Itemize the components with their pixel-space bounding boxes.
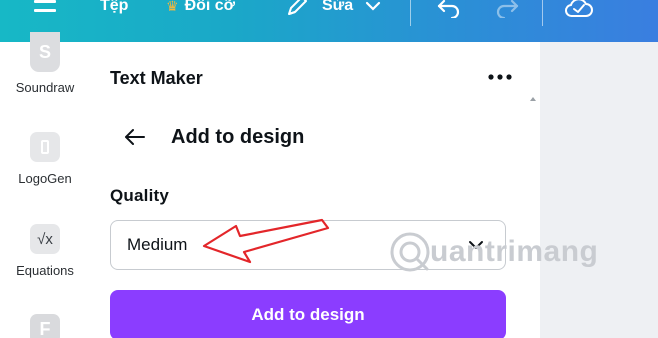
- watermark-text: uantrimang: [430, 235, 599, 268]
- logogen-app-icon: [30, 132, 60, 162]
- subheader-title: Add to design: [171, 126, 305, 148]
- resize-label: Đổi cỡ: [184, 0, 236, 14]
- scrollbar-up-arrow[interactable]: [530, 97, 536, 101]
- equations-app-icon: √x: [30, 224, 60, 254]
- soundraw-app-icon: S: [30, 32, 60, 72]
- resize-button[interactable]: ♛ Đổi cỡ: [166, 0, 235, 16]
- quality-label: Quality: [110, 186, 170, 205]
- toolbar-divider: [542, 0, 543, 26]
- rail-item-label: LogoGen: [18, 171, 72, 186]
- page-title: Text Maker: [110, 68, 203, 88]
- watermark-logo-icon: [390, 232, 430, 272]
- back-arrow-icon[interactable]: [124, 128, 146, 146]
- rail-item-logogen[interactable]: LogoGen: [0, 132, 90, 186]
- rail-item-label: Equations: [16, 263, 74, 278]
- chevron-down-icon: [366, 1, 381, 11]
- cloud-saved-icon[interactable]: [564, 0, 594, 18]
- rail-item-label: Soundraw: [15, 80, 75, 95]
- pencil-icon: [288, 0, 307, 15]
- watermark: uantrimang: [388, 230, 598, 274]
- f-app-icon: F: [30, 314, 60, 338]
- file-menu-label: Tệp: [100, 0, 129, 14]
- design-canvas-area[interactable]: [540, 42, 658, 338]
- apps-rail: S Soundraw LogoGen √x Equations F: [0, 32, 90, 338]
- undo-icon[interactable]: [436, 0, 462, 18]
- add-to-design-label: Add to design: [251, 305, 365, 324]
- rail-item-app[interactable]: F: [0, 314, 90, 338]
- rail-item-equations[interactable]: √x Equations: [0, 224, 90, 278]
- crown-icon: ♛: [166, 0, 179, 14]
- annotation-arrow: [202, 218, 330, 264]
- redo-icon[interactable]: [494, 0, 520, 18]
- toolbar-divider: [410, 0, 411, 26]
- more-options-icon[interactable]: [487, 73, 513, 81]
- edit-label: Sửa: [322, 0, 354, 14]
- top-toolbar: Tệp ♛ Đổi cỡ Sửa: [0, 0, 658, 42]
- quality-select-value: Medium: [127, 235, 188, 254]
- rail-item-soundraw[interactable]: S Soundraw: [0, 32, 90, 95]
- add-to-design-button[interactable]: Add to design: [110, 290, 506, 338]
- edit-menu[interactable]: Sửa: [286, 0, 381, 16]
- menu-icon[interactable]: [34, 0, 56, 14]
- file-menu[interactable]: Tệp: [100, 0, 128, 16]
